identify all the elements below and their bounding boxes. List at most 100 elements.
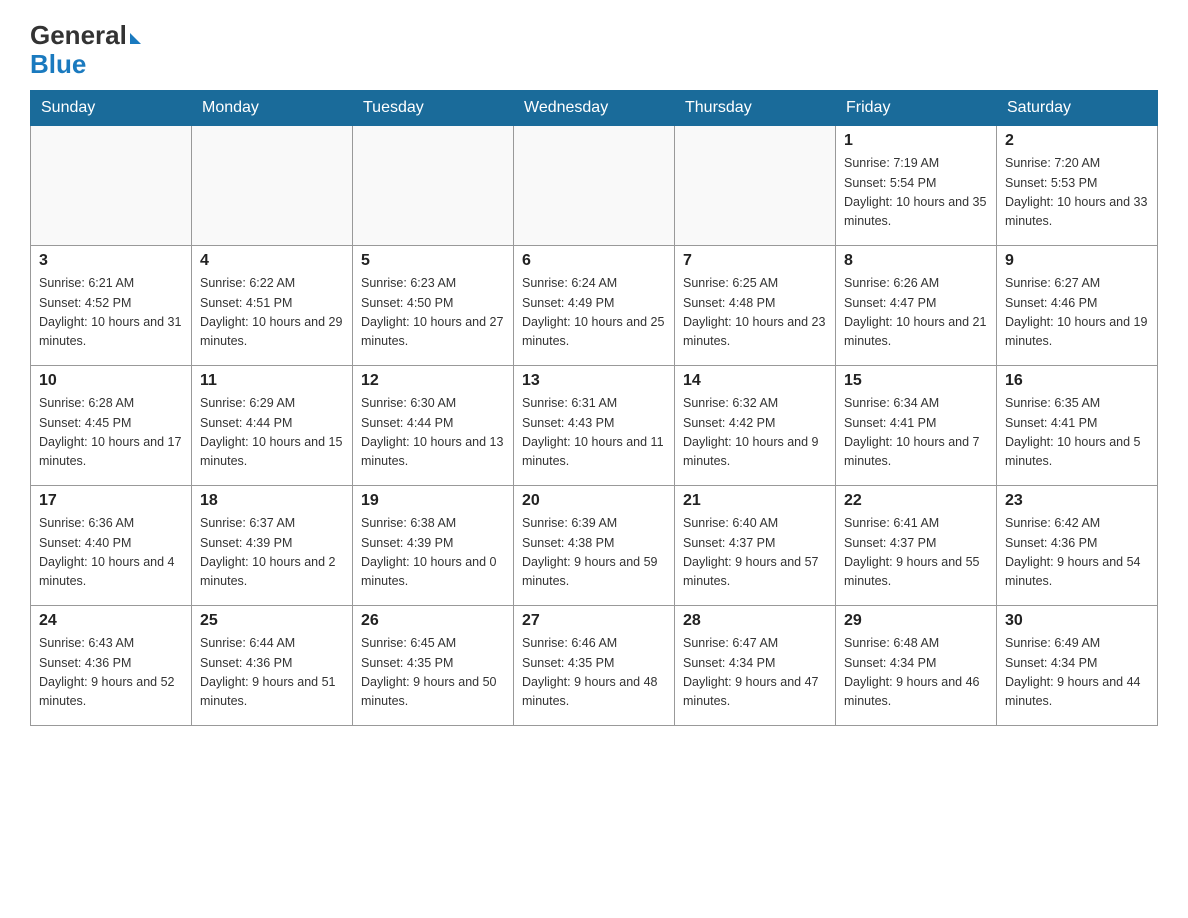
calendar-cell: [675, 126, 836, 246]
day-info: Sunrise: 6:43 AMSunset: 4:36 PMDaylight:…: [39, 634, 183, 712]
calendar-cell: 24 Sunrise: 6:43 AMSunset: 4:36 PMDayligh…: [31, 606, 192, 726]
day-number: 25: [200, 612, 344, 630]
day-info: Sunrise: 6:22 AMSunset: 4:51 PMDaylight:…: [200, 274, 344, 352]
calendar-week-row: 1 Sunrise: 7:19 AMSunset: 5:54 PMDaylight…: [31, 126, 1158, 246]
day-info: Sunrise: 6:34 AMSunset: 4:41 PMDaylight:…: [844, 394, 988, 472]
day-info: Sunrise: 6:47 AMSunset: 4:34 PMDaylight:…: [683, 634, 827, 712]
calendar-cell: 23 Sunrise: 6:42 AMSunset: 4:36 PMDayligh…: [997, 486, 1158, 606]
day-info: Sunrise: 6:39 AMSunset: 4:38 PMDaylight:…: [522, 514, 666, 592]
day-info: Sunrise: 6:23 AMSunset: 4:50 PMDaylight:…: [361, 274, 505, 352]
day-number: 24: [39, 612, 183, 630]
logo-area: General Blue: [30, 20, 141, 80]
calendar-cell: 4 Sunrise: 6:22 AMSunset: 4:51 PMDaylight…: [192, 246, 353, 366]
day-number: 27: [522, 612, 666, 630]
day-info: Sunrise: 6:32 AMSunset: 4:42 PMDaylight:…: [683, 394, 827, 472]
day-number: 14: [683, 372, 827, 390]
day-number: 16: [1005, 372, 1149, 390]
day-info: Sunrise: 6:49 AMSunset: 4:34 PMDaylight:…: [1005, 634, 1149, 712]
day-number: 3: [39, 252, 183, 270]
calendar-table: SundayMondayTuesdayWednesdayThursdayFrid…: [30, 90, 1158, 726]
day-number: 17: [39, 492, 183, 510]
day-info: Sunrise: 6:36 AMSunset: 4:40 PMDaylight:…: [39, 514, 183, 592]
calendar-cell: 12 Sunrise: 6:30 AMSunset: 4:44 PMDayligh…: [353, 366, 514, 486]
day-number: 23: [1005, 492, 1149, 510]
day-info: Sunrise: 6:21 AMSunset: 4:52 PMDaylight:…: [39, 274, 183, 352]
day-number: 4: [200, 252, 344, 270]
calendar-cell: 5 Sunrise: 6:23 AMSunset: 4:50 PMDaylight…: [353, 246, 514, 366]
page-header: General Blue: [30, 20, 1158, 80]
calendar-cell: 25 Sunrise: 6:44 AMSunset: 4:36 PMDayligh…: [192, 606, 353, 726]
day-number: 2: [1005, 132, 1149, 150]
calendar-cell: 10 Sunrise: 6:28 AMSunset: 4:45 PMDayligh…: [31, 366, 192, 486]
day-number: 18: [200, 492, 344, 510]
day-number: 5: [361, 252, 505, 270]
day-number: 9: [1005, 252, 1149, 270]
weekday-header-saturday: Saturday: [997, 91, 1158, 126]
day-number: 11: [200, 372, 344, 390]
day-number: 12: [361, 372, 505, 390]
day-number: 13: [522, 372, 666, 390]
day-info: Sunrise: 6:42 AMSunset: 4:36 PMDaylight:…: [1005, 514, 1149, 592]
weekday-header-thursday: Thursday: [675, 91, 836, 126]
day-number: 15: [844, 372, 988, 390]
calendar-cell: 30 Sunrise: 6:49 AMSunset: 4:34 PMDayligh…: [997, 606, 1158, 726]
day-info: Sunrise: 6:28 AMSunset: 4:45 PMDaylight:…: [39, 394, 183, 472]
calendar-cell: 17 Sunrise: 6:36 AMSunset: 4:40 PMDayligh…: [31, 486, 192, 606]
calendar-cell: 3 Sunrise: 6:21 AMSunset: 4:52 PMDaylight…: [31, 246, 192, 366]
day-number: 21: [683, 492, 827, 510]
day-info: Sunrise: 6:40 AMSunset: 4:37 PMDaylight:…: [683, 514, 827, 592]
day-number: 28: [683, 612, 827, 630]
day-number: 26: [361, 612, 505, 630]
day-info: Sunrise: 6:26 AMSunset: 4:47 PMDaylight:…: [844, 274, 988, 352]
calendar-week-row: 3 Sunrise: 6:21 AMSunset: 4:52 PMDaylight…: [31, 246, 1158, 366]
weekday-header-monday: Monday: [192, 91, 353, 126]
day-info: Sunrise: 6:46 AMSunset: 4:35 PMDaylight:…: [522, 634, 666, 712]
calendar-cell: 13 Sunrise: 6:31 AMSunset: 4:43 PMDayligh…: [514, 366, 675, 486]
day-info: Sunrise: 6:38 AMSunset: 4:39 PMDaylight:…: [361, 514, 505, 592]
day-number: 29: [844, 612, 988, 630]
day-info: Sunrise: 6:24 AMSunset: 4:49 PMDaylight:…: [522, 274, 666, 352]
day-info: Sunrise: 6:29 AMSunset: 4:44 PMDaylight:…: [200, 394, 344, 472]
day-number: 20: [522, 492, 666, 510]
day-number: 6: [522, 252, 666, 270]
calendar-cell: 26Sunrise: 6:45 AMSunset: 4:35 PMDayligh…: [353, 606, 514, 726]
weekday-header-tuesday: Tuesday: [353, 91, 514, 126]
calendar-cell: 6 Sunrise: 6:24 AMSunset: 4:49 PMDaylight…: [514, 246, 675, 366]
day-number: 10: [39, 372, 183, 390]
calendar-cell: 19Sunrise: 6:38 AMSunset: 4:39 PMDayligh…: [353, 486, 514, 606]
day-info: Sunrise: 6:30 AMSunset: 4:44 PMDaylight:…: [361, 394, 505, 472]
day-info: Sunrise: 6:37 AMSunset: 4:39 PMDaylight:…: [200, 514, 344, 592]
day-info: Sunrise: 6:31 AMSunset: 4:43 PMDaylight:…: [522, 394, 666, 472]
calendar-cell: [31, 126, 192, 246]
day-info: Sunrise: 6:27 AMSunset: 4:46 PMDaylight:…: [1005, 274, 1149, 352]
day-info: Sunrise: 7:19 AMSunset: 5:54 PMDaylight:…: [844, 154, 988, 232]
calendar-cell: 1 Sunrise: 7:19 AMSunset: 5:54 PMDaylight…: [836, 126, 997, 246]
calendar-cell: 21 Sunrise: 6:40 AMSunset: 4:37 PMDayligh…: [675, 486, 836, 606]
calendar-week-row: 10 Sunrise: 6:28 AMSunset: 4:45 PMDayligh…: [31, 366, 1158, 486]
calendar-header-row: SundayMondayTuesdayWednesdayThursdayFrid…: [31, 91, 1158, 126]
calendar-cell: 14 Sunrise: 6:32 AMSunset: 4:42 PMDayligh…: [675, 366, 836, 486]
calendar-cell: [192, 126, 353, 246]
calendar-week-row: 17 Sunrise: 6:36 AMSunset: 4:40 PMDayligh…: [31, 486, 1158, 606]
calendar-cell: 7Sunrise: 6:25 AMSunset: 4:48 PMDaylight…: [675, 246, 836, 366]
day-number: 8: [844, 252, 988, 270]
day-number: 7: [683, 252, 827, 270]
calendar-cell: 18 Sunrise: 6:37 AMSunset: 4:39 PMDayligh…: [192, 486, 353, 606]
day-info: Sunrise: 6:48 AMSunset: 4:34 PMDaylight:…: [844, 634, 988, 712]
calendar-cell: 15 Sunrise: 6:34 AMSunset: 4:41 PMDayligh…: [836, 366, 997, 486]
calendar-cell: 28 Sunrise: 6:47 AMSunset: 4:34 PMDayligh…: [675, 606, 836, 726]
day-info: Sunrise: 7:20 AMSunset: 5:53 PMDaylight:…: [1005, 154, 1149, 232]
calendar-cell: 29 Sunrise: 6:48 AMSunset: 4:34 PMDayligh…: [836, 606, 997, 726]
calendar-week-row: 24 Sunrise: 6:43 AMSunset: 4:36 PMDayligh…: [31, 606, 1158, 726]
weekday-header-sunday: Sunday: [31, 91, 192, 126]
calendar-cell: 9 Sunrise: 6:27 AMSunset: 4:46 PMDaylight…: [997, 246, 1158, 366]
calendar-cell: 11 Sunrise: 6:29 AMSunset: 4:44 PMDayligh…: [192, 366, 353, 486]
day-info: Sunrise: 6:44 AMSunset: 4:36 PMDaylight:…: [200, 634, 344, 712]
weekday-header-friday: Friday: [836, 91, 997, 126]
calendar-cell: [514, 126, 675, 246]
calendar-cell: [353, 126, 514, 246]
calendar-cell: 27 Sunrise: 6:46 AMSunset: 4:35 PMDayligh…: [514, 606, 675, 726]
day-number: 1: [844, 132, 988, 150]
day-number: 30: [1005, 612, 1149, 630]
calendar-cell: 2 Sunrise: 7:20 AMSunset: 5:53 PMDaylight…: [997, 126, 1158, 246]
